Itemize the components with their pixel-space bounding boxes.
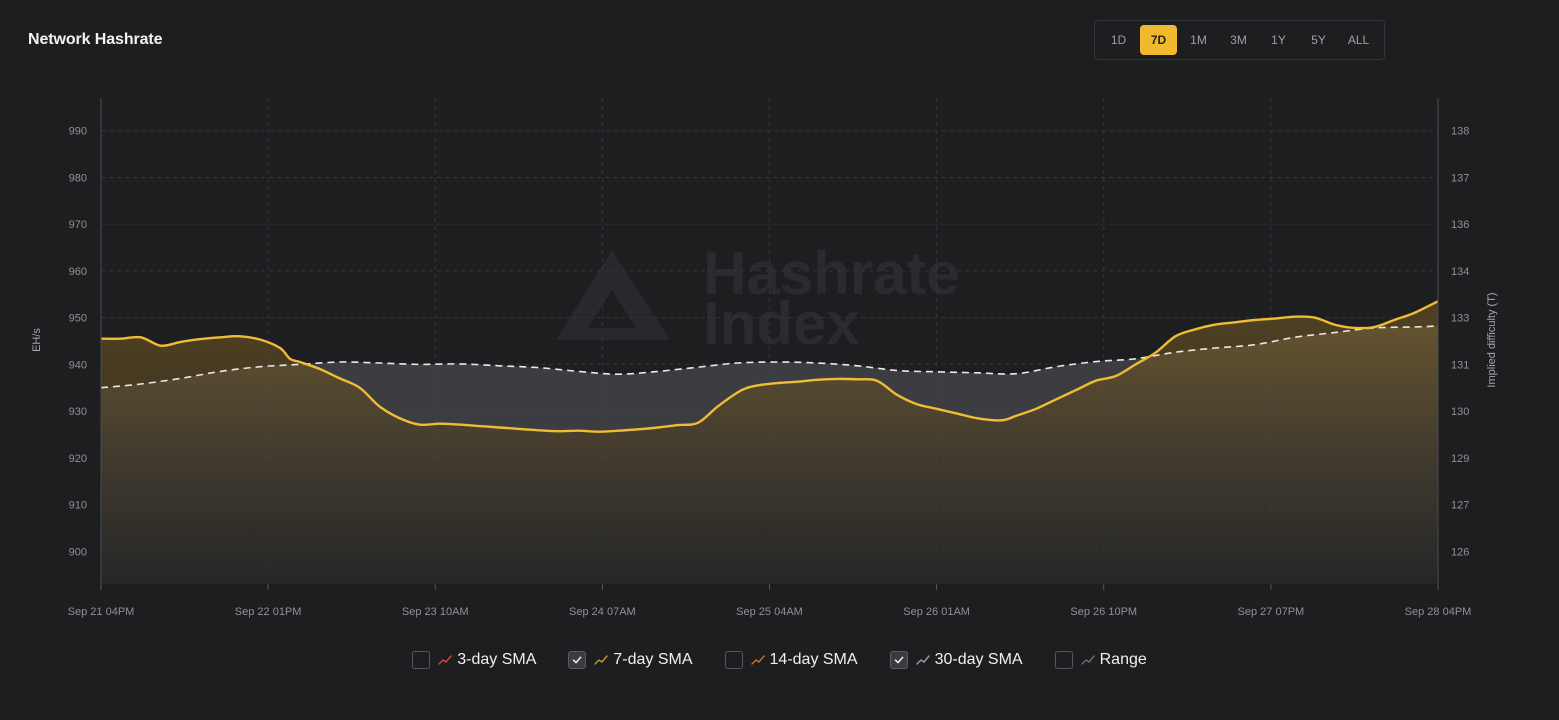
y-tick-label: 940 bbox=[69, 359, 87, 371]
legend-checkbox[interactable] bbox=[724, 651, 743, 669]
y-axis-title: EH/s bbox=[31, 328, 43, 352]
page: Network Hashrate 1D 7D 1M 3M 1Y 5Y ALL Hashrat… bbox=[0, 0, 1559, 720]
y-tick-label: 920 bbox=[69, 453, 87, 465]
y2-tick-label: 131 bbox=[1451, 359, 1469, 371]
legend-label: 30-day SMA bbox=[934, 651, 1023, 668]
y-tick-label: 980 bbox=[69, 172, 87, 184]
y-tick-label: 960 bbox=[69, 266, 87, 278]
legend-label: 7-day SMA bbox=[613, 651, 693, 668]
trend-line-icon bbox=[1080, 655, 1095, 665]
watermark: Hashrate Index bbox=[556, 240, 960, 357]
x-tick-label: Sep 24 07AM bbox=[569, 606, 636, 618]
x-tick-label: Sep 27 07PM bbox=[1238, 606, 1305, 618]
check-icon bbox=[894, 656, 903, 664]
y-tick-label: 910 bbox=[69, 500, 87, 512]
trend-line-icon bbox=[594, 655, 609, 665]
x-tick-label: Sep 21 04PM bbox=[68, 606, 135, 618]
legend-label: 14-day SMA bbox=[769, 651, 858, 668]
y2-tick-label: 127 bbox=[1451, 500, 1469, 512]
trend-line-icon bbox=[915, 655, 930, 665]
y2-tick-label: 137 bbox=[1451, 172, 1469, 184]
y2-tick-label: 130 bbox=[1451, 406, 1469, 418]
trend-line-icon bbox=[438, 655, 452, 665]
x-tick-label: Sep 22 01PM bbox=[235, 606, 302, 618]
legend-item-3-day-sma[interactable]: 3-day SMA bbox=[412, 651, 536, 669]
y-tick-label: 970 bbox=[69, 219, 87, 231]
watermark-line-2: Index bbox=[703, 290, 860, 357]
y2-tick-label: 133 bbox=[1451, 313, 1469, 325]
legend: 3-day SMA 7-day SMA 14-day SMA 30-day SMA Ra… bbox=[0, 651, 1559, 669]
x-tick-label: Sep 26 01AM bbox=[903, 606, 970, 618]
legend-checkbox[interactable] bbox=[1054, 651, 1073, 669]
legend-checkbox[interactable] bbox=[412, 651, 431, 669]
legend-label: 3-day SMA bbox=[457, 651, 537, 668]
legend-item-30-day-sma[interactable]: 30-day SMA bbox=[889, 651, 1023, 669]
x-tick-label: Sep 28 04PM bbox=[1405, 606, 1472, 618]
legend-label: Range bbox=[1099, 651, 1147, 668]
y2-tick-label: 134 bbox=[1451, 266, 1469, 278]
legend-item-7-day-sma[interactable]: 7-day SMA bbox=[568, 651, 693, 669]
y-tick-label: 950 bbox=[69, 313, 87, 325]
y2-tick-label: 126 bbox=[1451, 546, 1469, 558]
legend-checkbox[interactable] bbox=[889, 651, 908, 669]
y2-tick-label: 129 bbox=[1451, 453, 1469, 465]
legend-item-14-day-sma[interactable]: 14-day SMA bbox=[724, 651, 858, 669]
x-tick-label: Sep 26 10PM bbox=[1070, 606, 1137, 618]
legend-checkbox[interactable] bbox=[568, 651, 587, 669]
watermark-logo-icon bbox=[556, 250, 670, 340]
y-tick-label: 990 bbox=[69, 126, 87, 138]
y2-axis-title: Implied difficulty (T) bbox=[1486, 292, 1498, 387]
trend-line-icon bbox=[750, 655, 765, 665]
x-tick-label: Sep 25 04AM bbox=[736, 606, 803, 618]
y2-tick-label: 138 bbox=[1451, 126, 1469, 138]
y2-tick-label: 136 bbox=[1451, 219, 1469, 231]
legend-item-range[interactable]: Range bbox=[1054, 651, 1147, 669]
y-tick-label: 900 bbox=[69, 546, 87, 558]
x-tick-label: Sep 23 10AM bbox=[402, 606, 469, 618]
check-icon bbox=[573, 656, 582, 664]
hashrate-chart: Hashrate Index 900 910 920 930 940 950 960 970 9… bbox=[31, 98, 1498, 618]
y-tick-label: 930 bbox=[69, 406, 87, 418]
